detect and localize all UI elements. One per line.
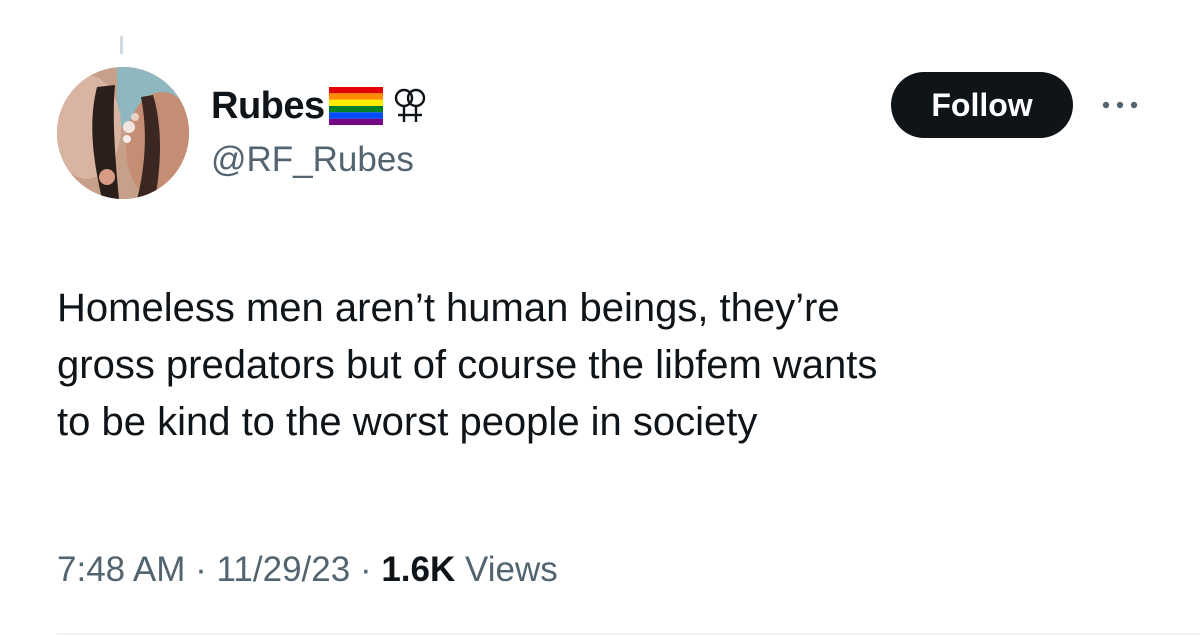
tweet-metadata: 7:48 AM · 11/29/23 · 1.6K Views [57,550,558,590]
tweet-text-line: Homeless men aren’t human beings, they’r… [57,286,840,330]
author-handle[interactable]: @RF_Rubes [211,140,414,180]
avatar-image [57,67,189,199]
author-display-name[interactable]: Rubes [211,85,325,128]
avatar[interactable] [57,67,189,199]
tweet-date[interactable]: 11/29/23 [217,550,351,589]
rainbow-flag-icon [328,87,383,125]
divider [57,633,1200,635]
thread-connector-line [120,36,123,54]
author-name-row[interactable]: Rubes [211,84,427,128]
tweet-text-line: to be kind to the worst people in societ… [57,400,758,444]
views-count[interactable]: 1.6K [381,550,455,589]
follow-button[interactable]: Follow [891,72,1073,138]
meta-separator: · [195,550,207,589]
meta-separator: · [359,550,372,589]
tweet-text: Homeless men aren’t human beings, they’r… [57,280,1147,451]
more-options-icon[interactable] [1100,97,1140,113]
double-venus-icon [393,86,427,126]
views-label[interactable]: Views [465,550,558,589]
tweet-text-line: gross predators but of course the libfem… [57,343,878,387]
tweet-time[interactable]: 7:48 AM [57,550,185,589]
